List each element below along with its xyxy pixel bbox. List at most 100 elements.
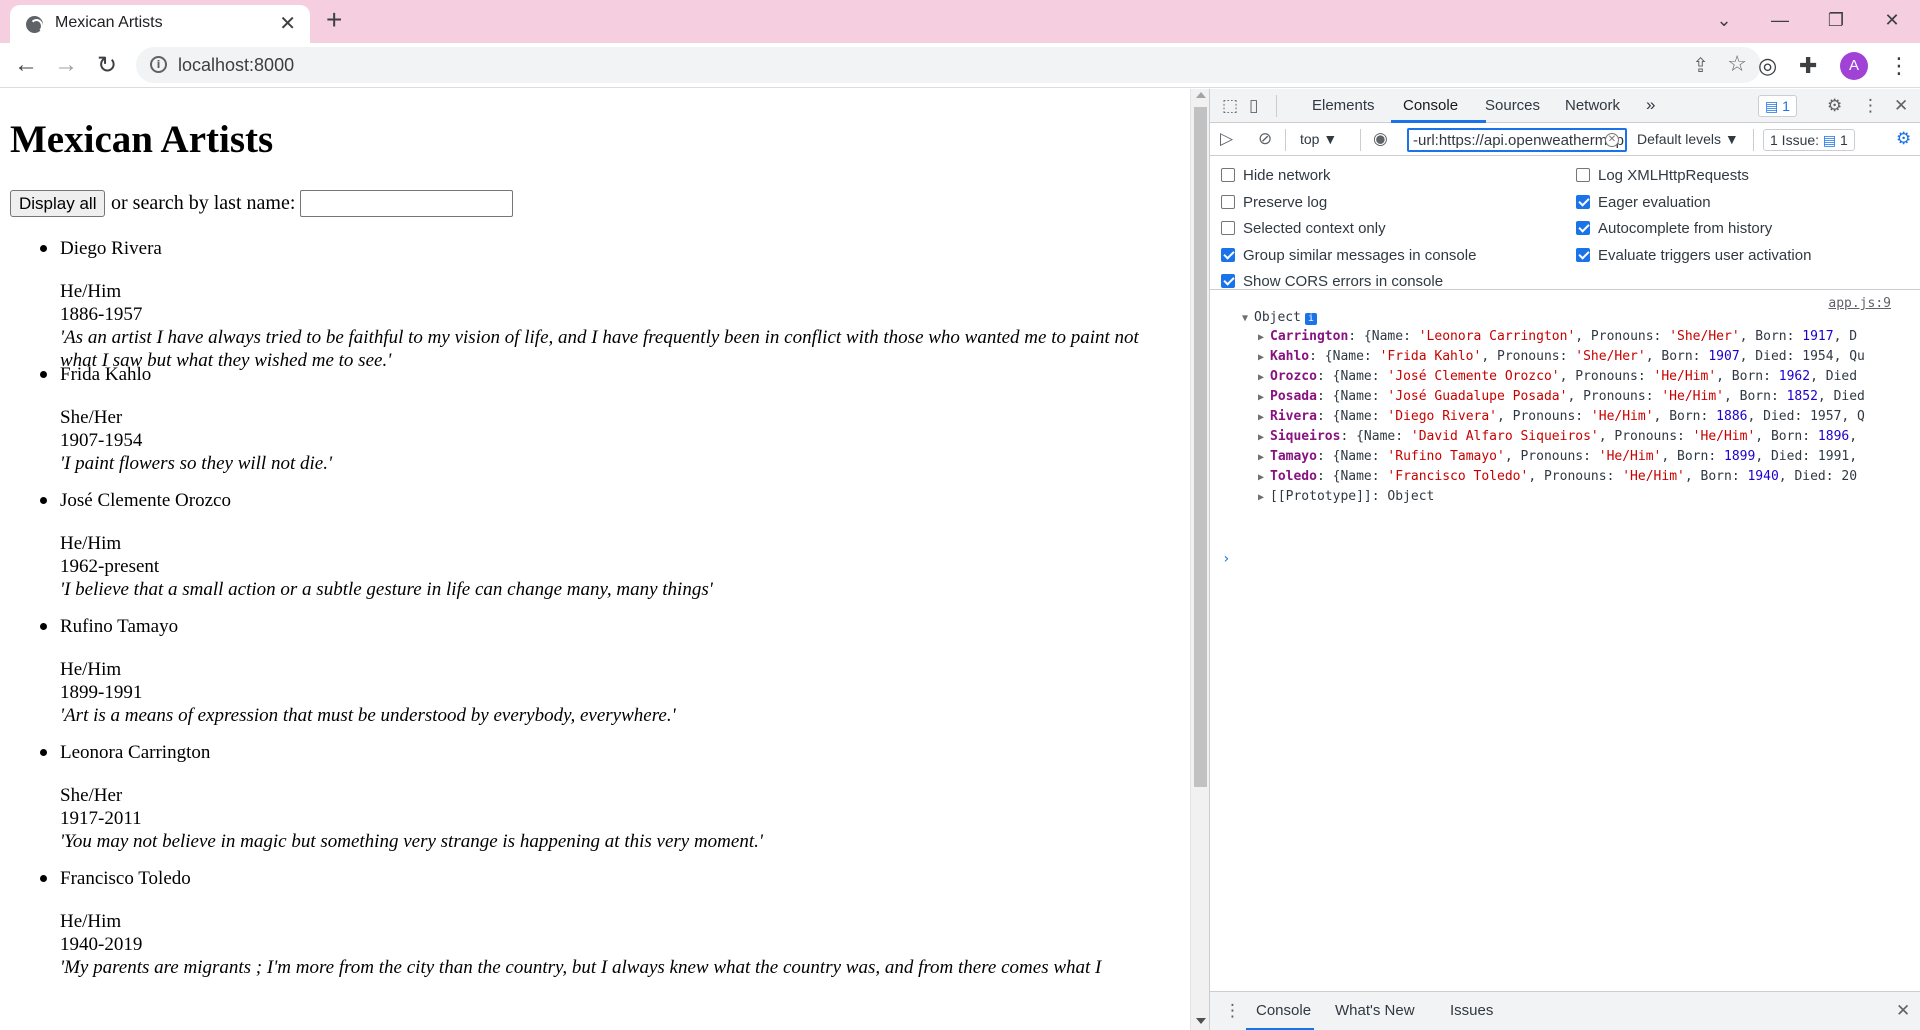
- window-close-icon[interactable]: ✕: [1864, 0, 1920, 40]
- gear-icon[interactable]: ⚙: [1827, 96, 1842, 116]
- puzzle-icon[interactable]: ✚: [1799, 53, 1817, 79]
- new-tab-button[interactable]: +: [326, 4, 342, 36]
- gear-icon[interactable]: ⚙: [1896, 129, 1911, 149]
- checkbox[interactable]: [1576, 221, 1590, 235]
- message-icon: ▤: [1822, 132, 1837, 148]
- scroll-up-icon[interactable]: [1196, 92, 1206, 98]
- expand-triangle-icon[interactable]: ▶: [1258, 368, 1270, 388]
- object-property-row[interactable]: ▶ Siqueiros: {Name: 'David Alfaro Siqueir…: [1258, 427, 1857, 448]
- property-key: Tamayo: [1270, 449, 1317, 464]
- object-property-row[interactable]: ▶ Orozco: {Name: 'José Clemente Orozco', …: [1258, 367, 1857, 388]
- browser-tab[interactable]: Mexican Artists ✕: [10, 5, 310, 43]
- expand-triangle-icon[interactable]: ▶: [1258, 328, 1270, 348]
- kebab-menu-icon[interactable]: ⋮: [1862, 96, 1879, 116]
- checkbox[interactable]: [1221, 194, 1235, 209]
- checkbox[interactable]: [1221, 247, 1235, 262]
- list-bullet: [40, 245, 47, 252]
- property-key: Siqueiros: [1270, 429, 1341, 444]
- checkbox[interactable]: [1576, 247, 1590, 262]
- message-icon: ▤: [1765, 98, 1783, 114]
- object-property-row[interactable]: ▶ Rivera: {Name: 'Diego Rivera', Pronouns…: [1258, 407, 1865, 428]
- object-property-row[interactable]: ▶ Tamayo: {Name: 'Rufino Tamayo', Pronoun…: [1258, 447, 1857, 468]
- setting-evaluate-triggers-user-activation[interactable]: Evaluate triggers user activation: [1576, 247, 1811, 264]
- setting-label: Preserve log: [1243, 193, 1328, 211]
- drawer-tab-issues[interactable]: Issues: [1450, 1002, 1493, 1019]
- object-property-row[interactable]: ▶ Kahlo: {Name: 'Frida Kahlo', Pronouns: …: [1258, 347, 1865, 368]
- object-property-row[interactable]: ▶ Toledo: {Name: 'Francisco Toledo', Pron…: [1258, 467, 1857, 488]
- more-tabs-icon[interactable]: »: [1646, 95, 1655, 115]
- checkbox[interactable]: [1576, 194, 1590, 209]
- star-icon[interactable]: ☆: [1727, 51, 1747, 77]
- artist-quote: 'You may not believe in magic but someth…: [60, 831, 763, 852]
- share-icon[interactable]: ⇪: [1692, 53, 1709, 78]
- setting-preserve-log[interactable]: Preserve log: [1221, 193, 1328, 211]
- checkbox[interactable]: [1221, 221, 1235, 235]
- kebab-menu-icon[interactable]: ⋮: [1224, 1001, 1241, 1021]
- scrollbar-thumb[interactable]: [1194, 107, 1207, 787]
- expand-triangle-icon[interactable]: ▼: [1242, 309, 1254, 329]
- console-filter-input[interactable]: -url:https://api.openweathermap.org ✕: [1407, 128, 1627, 152]
- setting-log-xmlhttprequests[interactable]: Log XMLHttpRequests: [1576, 167, 1749, 184]
- back-arrow-icon[interactable]: ←: [10, 49, 42, 81]
- avatar[interactable]: A: [1840, 52, 1868, 80]
- log-levels-dropdown[interactable]: Default levels ▼: [1637, 131, 1739, 147]
- messages-badge[interactable]: ▤ 1: [1758, 95, 1797, 117]
- expand-triangle-icon[interactable]: ▶: [1258, 448, 1270, 468]
- checkbox[interactable]: [1221, 274, 1235, 288]
- kebab-menu-icon[interactable]: ⋮: [1888, 53, 1910, 79]
- drawer-tab-whats-new[interactable]: What's New: [1335, 1002, 1415, 1019]
- display-all-button[interactable]: Display all: [10, 190, 106, 217]
- setting-show-cors-errors-in-console[interactable]: Show CORS errors in console: [1221, 273, 1443, 290]
- clear-filter-icon[interactable]: ✕: [1605, 133, 1619, 147]
- setting-eager-evaluation[interactable]: Eager evaluation: [1576, 194, 1711, 211]
- device-toolbar-icon[interactable]: ▯: [1249, 96, 1258, 116]
- expand-triangle-icon[interactable]: ▶: [1258, 388, 1270, 408]
- tab-close-icon[interactable]: ✕: [279, 11, 296, 36]
- search-input[interactable]: [300, 190, 513, 217]
- setting-hide-network[interactable]: Hide network: [1221, 167, 1331, 184]
- tab-sources[interactable]: Sources: [1485, 97, 1540, 114]
- prototype-row[interactable]: ▶ [[Prototype]]: Object: [1258, 487, 1434, 508]
- close-icon[interactable]: ✕: [1894, 96, 1908, 116]
- source-link[interactable]: app.js:9: [1828, 294, 1891, 314]
- expand-triangle-icon[interactable]: ▶: [1258, 408, 1270, 428]
- scroll-down-icon[interactable]: [1196, 1018, 1206, 1024]
- close-icon[interactable]: ✕: [1896, 1001, 1910, 1021]
- extension-icon[interactable]: ◎: [1758, 53, 1777, 79]
- inspect-element-icon[interactable]: ⬚: [1222, 96, 1238, 116]
- drawer-tab-console[interactable]: Console: [1256, 1002, 1311, 1019]
- setting-selected-context-only[interactable]: Selected context only: [1221, 220, 1386, 237]
- object-property-row[interactable]: ▶ Carrington: {Name: 'Leonora Carrington'…: [1258, 327, 1857, 348]
- clear-console-icon[interactable]: ⊘: [1258, 129, 1272, 149]
- setting-autocomplete-from-history[interactable]: Autocomplete from history: [1576, 220, 1772, 237]
- tab-elements[interactable]: Elements: [1312, 97, 1375, 114]
- sidebar-toggle-icon[interactable]: ▷: [1220, 129, 1233, 149]
- tab-search-icon[interactable]: ⌄: [1696, 0, 1752, 40]
- page-scrollbar[interactable]: [1190, 89, 1209, 1030]
- console-prompt-icon[interactable]: ›: [1222, 549, 1230, 569]
- minimize-icon[interactable]: —: [1752, 0, 1808, 40]
- info-icon[interactable]: i: [150, 56, 167, 73]
- expand-triangle-icon[interactable]: ▶: [1258, 468, 1270, 488]
- checkbox[interactable]: [1576, 168, 1590, 182]
- context-selector[interactable]: top ▼: [1300, 131, 1337, 147]
- reload-icon[interactable]: ↻: [91, 49, 123, 81]
- tab-console[interactable]: Console: [1403, 97, 1458, 114]
- forward-arrow-icon[interactable]: →: [50, 49, 82, 81]
- tab-title: Mexican Artists: [55, 14, 163, 31]
- setting-group-similar-messages-in-console[interactable]: Group similar messages in console: [1221, 247, 1476, 264]
- object-header[interactable]: ▼ Object i: [1242, 308, 1317, 329]
- url-text[interactable]: localhost:8000: [178, 55, 294, 76]
- object-property-row[interactable]: ▶ Posada: {Name: 'José Guadalupe Posada',…: [1258, 387, 1865, 408]
- issues-button[interactable]: 1 Issue: ▤ 1: [1763, 129, 1855, 151]
- checkbox[interactable]: [1221, 168, 1235, 182]
- artist-name: Rufino Tamayo: [60, 616, 179, 637]
- expand-triangle-icon[interactable]: ▶: [1258, 348, 1270, 368]
- maximize-icon[interactable]: ❐: [1808, 0, 1864, 40]
- tab-network[interactable]: Network: [1565, 97, 1620, 114]
- expand-triangle-icon[interactable]: ▶: [1258, 428, 1270, 448]
- eye-icon[interactable]: ◉: [1373, 129, 1388, 149]
- message-count: 1: [1782, 98, 1790, 114]
- expand-triangle-icon[interactable]: ▶: [1258, 488, 1270, 508]
- address-bar[interactable]: i localhost:8000 ⇪ ☆: [136, 47, 1761, 83]
